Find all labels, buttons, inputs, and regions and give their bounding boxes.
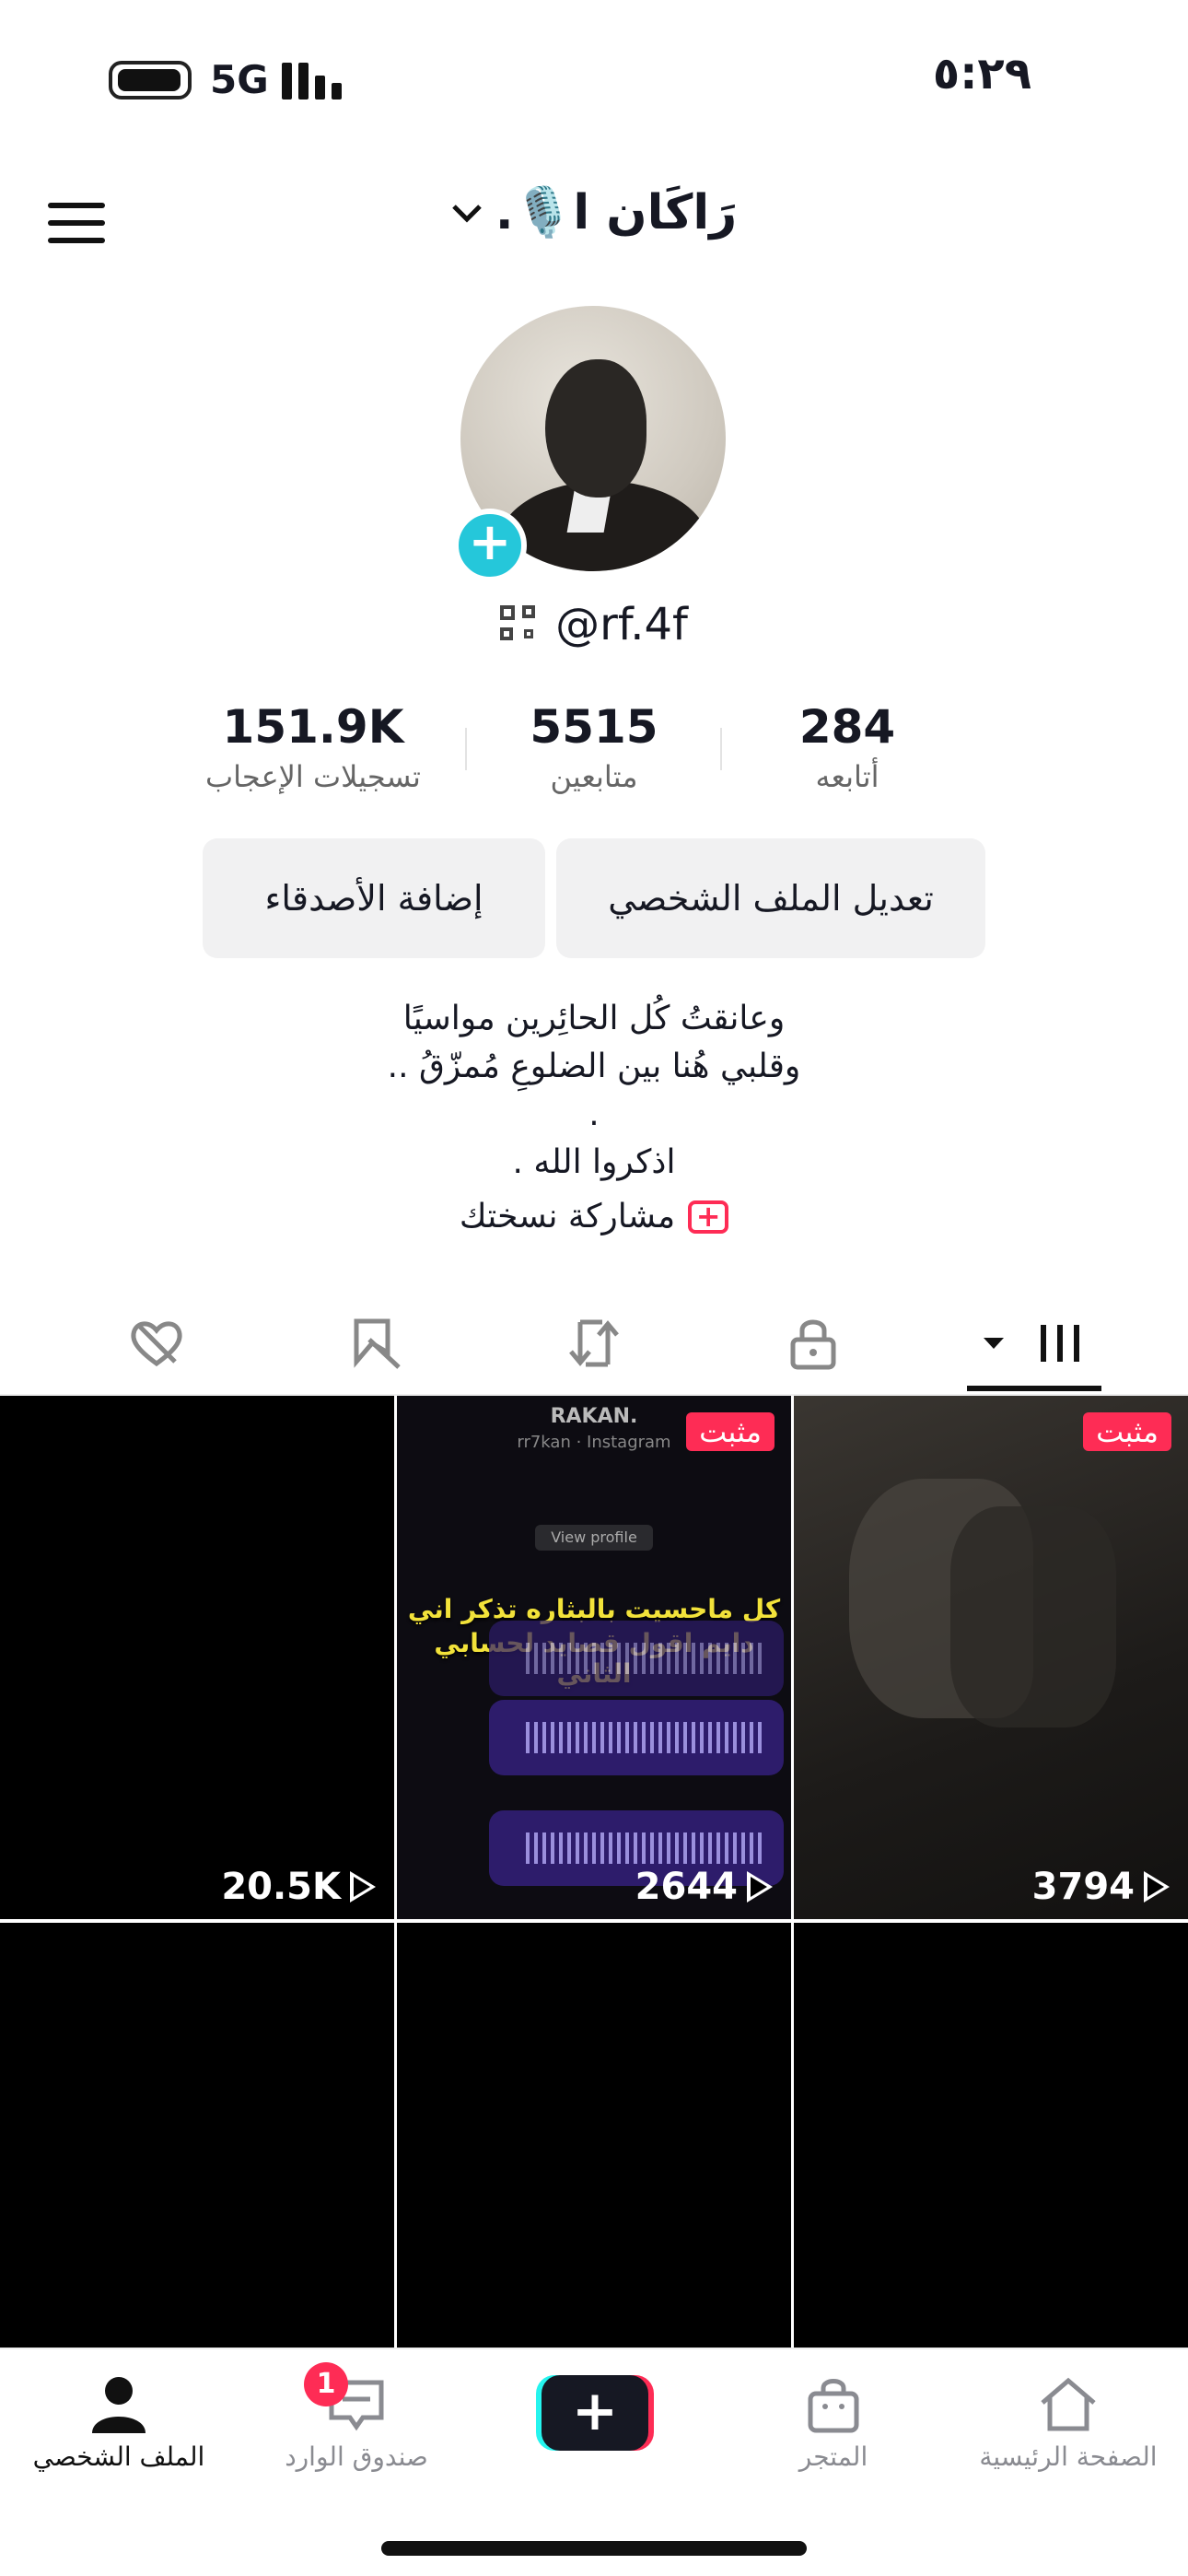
nav-shop-label: المتجر	[798, 2441, 868, 2472]
play-icon	[747, 1871, 773, 1903]
followers-stat[interactable]: 5515 متابعين	[465, 700, 723, 794]
home-indicator[interactable]	[381, 2541, 807, 2556]
nav-profile-label: الملف الشخصي	[32, 2441, 205, 2472]
share-label: مشاركة نسختك	[459, 1198, 676, 1235]
followers-count: 5515	[530, 700, 658, 754]
username: @rf.4f	[555, 599, 688, 650]
status-time: ٥:٢٩	[932, 48, 1031, 100]
repost-icon	[569, 1319, 619, 1367]
edit-profile-button[interactable]: تعديل الملف الشخصي	[556, 838, 985, 958]
hidden-bookmark-icon	[354, 1318, 401, 1369]
pinned-badge: مثبت	[1083, 1412, 1171, 1451]
tab-private[interactable]	[772, 1306, 855, 1380]
nav-profile[interactable]: الملف الشخصي	[13, 2368, 225, 2472]
signal-icon	[282, 61, 346, 100]
profile-name-switcher[interactable]: رَاكَان ا🎙️.	[350, 184, 838, 240]
following-count: 284	[798, 700, 896, 754]
share-copy-link[interactable]: + مشاركة نسختك	[0, 1198, 1188, 1235]
add-share-icon: +	[688, 1200, 729, 1234]
chevron-down-icon	[452, 204, 482, 223]
nav-home-label: الصفحة الرئيسية	[979, 2441, 1158, 2472]
username-row: @rf.4f	[0, 599, 1188, 650]
following-stat[interactable]: 284 أتابعه	[718, 700, 976, 794]
menu-icon[interactable]	[48, 203, 105, 243]
grid-videos-icon	[984, 1325, 1079, 1362]
play-icon	[350, 1871, 376, 1903]
tab-liked[interactable]	[115, 1306, 198, 1380]
nav-inbox[interactable]: 1 صندوق الوارد	[250, 2362, 462, 2472]
status-bar: 5G ٥:٢٩	[0, 0, 1188, 157]
lock-icon	[790, 1319, 836, 1370]
plus-icon: +	[542, 2375, 648, 2451]
profile-icon	[92, 2377, 146, 2433]
followers-label: متابعين	[550, 759, 638, 794]
likes-count: 151.9K	[222, 700, 404, 754]
hidden-heart-icon	[131, 1321, 182, 1367]
likes-stat[interactable]: 151.9K تسجيلات الإعجاب	[184, 700, 442, 794]
view-count: 2644	[635, 1866, 773, 1908]
view-count-value: 3794	[1031, 1866, 1135, 1908]
add-story-icon[interactable]: +	[453, 509, 527, 582]
home-icon	[1041, 2377, 1096, 2431]
tab-reposts[interactable]	[553, 1306, 635, 1380]
view-count-value: 20.5K	[221, 1866, 341, 1908]
video-thumbnail[interactable]: 20.5K	[0, 1396, 394, 1919]
add-friends-button[interactable]: إضافة الأصدقاء	[203, 838, 545, 958]
play-icon	[1144, 1871, 1170, 1903]
create-button[interactable]: +	[536, 2375, 654, 2451]
likes-label: تسجيلات الإعجاب	[205, 759, 421, 794]
view-count: 20.5K	[221, 1866, 376, 1908]
profile-name: رَاكَان ا🎙️.	[495, 185, 738, 240]
bio-line: اذكروا الله .	[512, 1143, 676, 1181]
qr-code-icon[interactable]	[500, 605, 539, 644]
video-thumbnail[interactable]: RAKAN. rr7kan · Instagram View profile ك…	[397, 1396, 791, 1919]
bio-line: وعانقتُ كُل الحائِرين مواسيًا	[402, 1000, 786, 1037]
active-tab-indicator	[967, 1386, 1101, 1391]
pinned-badge: مثبت	[686, 1412, 775, 1451]
video-grid: مثبت 3794 RAKAN. rr7kan · Instagram View…	[0, 1396, 1188, 2446]
nav-shop[interactable]: المتجر	[728, 2368, 939, 2472]
inbox-badge: 1	[304, 2362, 348, 2406]
nav-home[interactable]: الصفحة الرئيسية	[962, 2368, 1174, 2472]
shopping-bag-icon	[808, 2379, 859, 2433]
bio-line: .	[588, 1095, 600, 1133]
view-count-value: 2644	[635, 1866, 738, 1908]
profile-stats: 151.9K تسجيلات الإعجاب 5515 متابعين 284 …	[184, 700, 1013, 811]
content-tabs	[0, 1290, 1188, 1396]
network-type: 5G	[210, 57, 269, 102]
following-label: أتابعه	[815, 759, 879, 794]
battery-icon	[109, 61, 192, 100]
bio-line: وقلبي هُنا بين الضلوعِ مُمزّقُ ..	[387, 1048, 801, 1085]
tab-videos[interactable]	[976, 1306, 1096, 1380]
view-count: 3794	[1032, 1866, 1170, 1908]
nav-inbox-label: صندوق الوارد	[285, 2441, 428, 2472]
thumbnail-view-profile: View profile	[535, 1525, 653, 1551]
tab-favorites[interactable]	[333, 1306, 416, 1380]
bio: وعانقتُ كُل الحائِرين مواسيًا وقلبي هُنا…	[0, 995, 1188, 1187]
video-thumbnail[interactable]: مثبت 3794	[794, 1396, 1188, 1919]
